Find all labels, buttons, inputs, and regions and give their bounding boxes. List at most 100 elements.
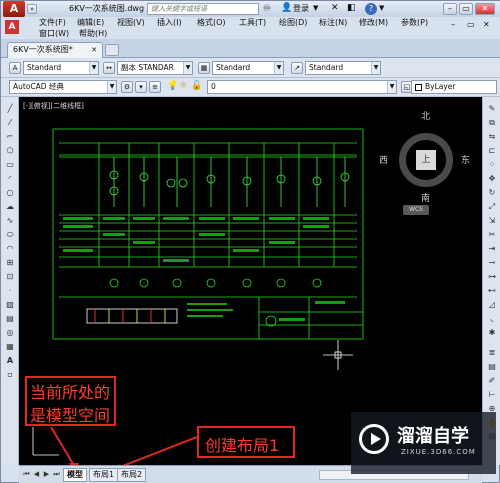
table-style-select[interactable]: Standard ▼ (212, 61, 284, 75)
compass-west-label[interactable]: 西 (379, 153, 388, 166)
line-icon[interactable]: ╱ (4, 103, 16, 114)
binoculars-icon[interactable]: ♾ (263, 4, 271, 14)
trim-icon[interactable]: ✂ (486, 229, 498, 240)
viewcube[interactable]: 上 北 南 西 东 WCS (379, 112, 470, 215)
ellipse-arc-icon[interactable]: ◠ (4, 243, 16, 254)
sun-icon[interactable]: ☼ (179, 81, 187, 91)
gradient-icon[interactable]: ▤ (4, 313, 16, 324)
arc-icon[interactable]: ◜ (4, 173, 16, 184)
unlock-icon[interactable]: 🔓 (191, 81, 202, 91)
prev-tab-icon[interactable]: ◀ (32, 469, 41, 480)
text-style-select[interactable]: Standard ▼ (23, 61, 99, 75)
properties-icon[interactable]: ▤ (486, 361, 498, 372)
tab-model[interactable]: 模型 (63, 468, 87, 482)
offset-icon[interactable]: ⊏ (486, 145, 498, 156)
text-style-icon[interactable]: A (9, 62, 21, 74)
chevron-down-icon[interactable]: ▼ (387, 81, 396, 93)
compass-south-label[interactable]: 南 (421, 191, 430, 204)
array-icon[interactable]: ⁘ (486, 159, 498, 170)
tab-layout2[interactable]: 布局2 (117, 468, 147, 482)
make-block-icon[interactable]: ⊡ (4, 271, 16, 282)
table-style-icon[interactable]: ▦ (198, 62, 210, 74)
add-selected-icon[interactable]: ▫ (4, 369, 16, 380)
doc-close-icon[interactable]: ✕ (483, 20, 490, 29)
copy-icon[interactable]: ⧉ (486, 117, 498, 128)
ellipse-icon[interactable]: ⬭ (4, 229, 16, 240)
revcloud-icon[interactable]: ☁ (4, 201, 16, 212)
application-menu-button[interactable]: A (3, 1, 25, 17)
distance-icon[interactable]: ⊢ (486, 389, 498, 400)
move-icon[interactable]: ✥ (486, 173, 498, 184)
stretch-icon[interactable]: ⇲ (486, 215, 498, 226)
fillet-icon[interactable]: ◟ (486, 313, 498, 324)
first-tab-icon[interactable]: ⏮ (22, 469, 31, 480)
menu-format[interactable]: 格式(O) (197, 18, 226, 28)
minimize-button[interactable]: – (443, 3, 457, 15)
chevron-down-icon[interactable]: ▼ (89, 62, 98, 74)
table-icon[interactable]: ▦ (4, 341, 16, 352)
rotate-icon[interactable]: ↻ (486, 187, 498, 198)
polyline-icon[interactable]: ⌐ (4, 131, 16, 142)
menu-window[interactable]: 窗口(W) (39, 29, 69, 39)
chevron-down-icon[interactable]: ▼ (274, 62, 283, 74)
layer-properties-icon[interactable]: ≡ (149, 81, 161, 93)
color-select[interactable]: ByLayer (411, 80, 497, 94)
help-dropdown-icon[interactable]: ▼ (379, 4, 384, 12)
search-input[interactable]: 键入关键字或短语 (147, 3, 259, 15)
restore-button[interactable]: ▭ (459, 3, 473, 15)
scale-icon[interactable]: ⤢ (486, 201, 498, 212)
menu-tools[interactable]: 工具(T) (239, 18, 266, 28)
menu-edit[interactable]: 编辑(E) (77, 18, 104, 28)
erase-icon[interactable]: ✎ (486, 103, 498, 114)
menu-dimension[interactable]: 标注(N) (319, 18, 347, 28)
close-button[interactable]: ✕ (475, 3, 495, 15)
workspace-settings-icon[interactable]: ⚙ (121, 81, 133, 93)
chevron-down-icon[interactable]: ▼ (371, 62, 380, 74)
compass-north-label[interactable]: 北 (421, 109, 430, 122)
polygon-icon[interactable]: ⬠ (4, 145, 16, 156)
menu-view[interactable]: 视图(V) (117, 18, 145, 28)
point-icon[interactable]: · (4, 285, 16, 296)
construction-line-icon[interactable]: ⁄ (4, 117, 16, 128)
login-link[interactable]: 登录 (293, 1, 309, 17)
rectangle-icon[interactable]: ▭ (4, 159, 16, 170)
menu-modify[interactable]: 修改(M) (359, 18, 388, 28)
wcs-menu[interactable]: WCS (403, 205, 429, 215)
menu-parametric[interactable]: 参数(P) (401, 18, 428, 28)
multileader-style-select[interactable]: Standard ▼ (305, 61, 381, 75)
spline-icon[interactable]: ∿ (4, 215, 16, 226)
multiline-text-icon[interactable]: A (4, 355, 16, 366)
quick-access-dropdown-icon[interactable]: » (27, 4, 37, 14)
menu-help[interactable]: 帮助(H) (79, 29, 107, 39)
doc-minimize-icon[interactable]: – (451, 20, 455, 29)
next-tab-icon[interactable]: ▶ (42, 469, 51, 480)
dim-style-select[interactable]: 副本 STANDAR ▼ (117, 61, 193, 75)
tab-close-icon[interactable]: ✕ (91, 43, 97, 57)
exchange-icon[interactable]: ✕ (331, 3, 339, 13)
help-icon[interactable]: ? (365, 3, 377, 15)
stay-connected-icon[interactable]: ◧ (347, 3, 356, 13)
last-tab-icon[interactable]: ⏭ (52, 469, 61, 480)
multileader-style-icon[interactable]: ↗ (291, 62, 303, 74)
mirror-icon[interactable]: ⇋ (486, 131, 498, 142)
menu-draw[interactable]: 绘图(D) (279, 18, 307, 28)
menu-file[interactable]: 文件(F) (39, 18, 66, 28)
region-icon[interactable]: ◎ (4, 327, 16, 338)
menu-insert[interactable]: 插入(I) (157, 18, 182, 28)
extend-icon[interactable]: ⇥ (486, 243, 498, 254)
insert-block-icon[interactable]: ⊞ (4, 257, 16, 268)
tab-layout1[interactable]: 布局1 (89, 468, 119, 482)
chamfer-icon[interactable]: ◿ (486, 299, 498, 310)
layer-select[interactable]: 0 ▼ (207, 80, 397, 94)
explode-icon[interactable]: ✱ (486, 327, 498, 338)
workspace-save-icon[interactable]: ▾ (135, 81, 147, 93)
login-dropdown-icon[interactable]: ▼ (313, 4, 318, 12)
workspace-select[interactable]: AutoCAD 经典 ▼ (9, 80, 117, 94)
break-at-point-icon[interactable]: ⊸ (486, 257, 498, 268)
circle-icon[interactable]: ○ (4, 187, 16, 198)
chevron-down-icon[interactable]: ▼ (183, 62, 192, 74)
new-tab-button[interactable] (105, 44, 119, 56)
lightbulb-icon[interactable]: 💡 (167, 81, 178, 91)
dim-style-icon[interactable]: ↔ (103, 62, 115, 74)
chevron-down-icon[interactable]: ▼ (107, 81, 116, 93)
